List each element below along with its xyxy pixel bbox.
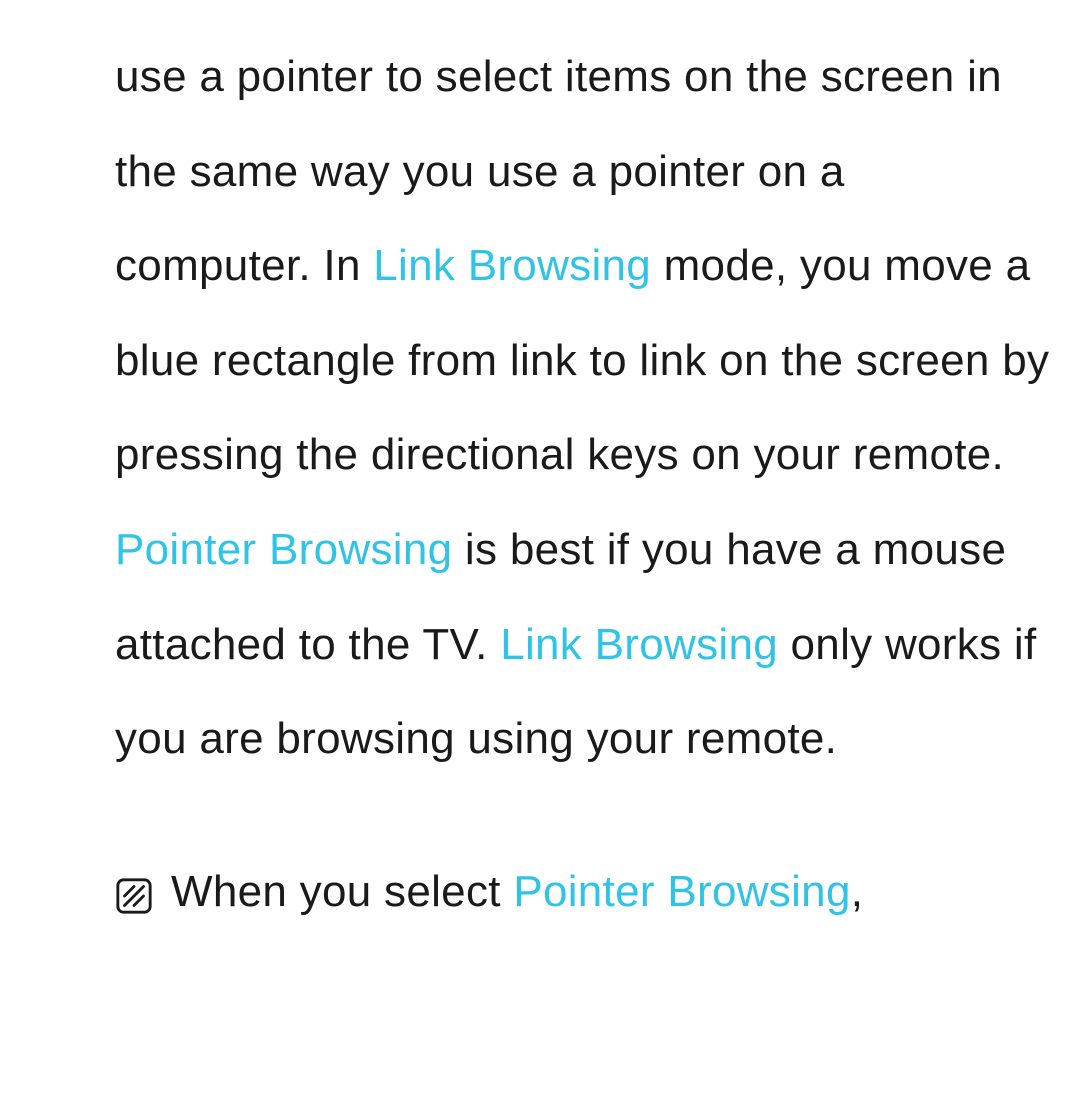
paragraph-browsing-modes: use a pointer to select items on the scr… bbox=[115, 30, 1050, 787]
link-browsing-term: Link Browsing bbox=[373, 241, 651, 290]
text-segment: When you select bbox=[171, 867, 513, 916]
note-paragraph: When you select Pointer Browsing, bbox=[171, 845, 863, 940]
link-browsing-term: Link Browsing bbox=[500, 620, 778, 669]
note-block: When you select Pointer Browsing, bbox=[115, 845, 1050, 940]
pointer-browsing-term: Pointer Browsing bbox=[115, 525, 452, 574]
pointer-browsing-term: Pointer Browsing bbox=[513, 867, 850, 916]
note-icon bbox=[115, 877, 153, 915]
manual-content: use a pointer to select items on the scr… bbox=[0, 0, 1080, 939]
text-segment: , bbox=[851, 867, 864, 916]
